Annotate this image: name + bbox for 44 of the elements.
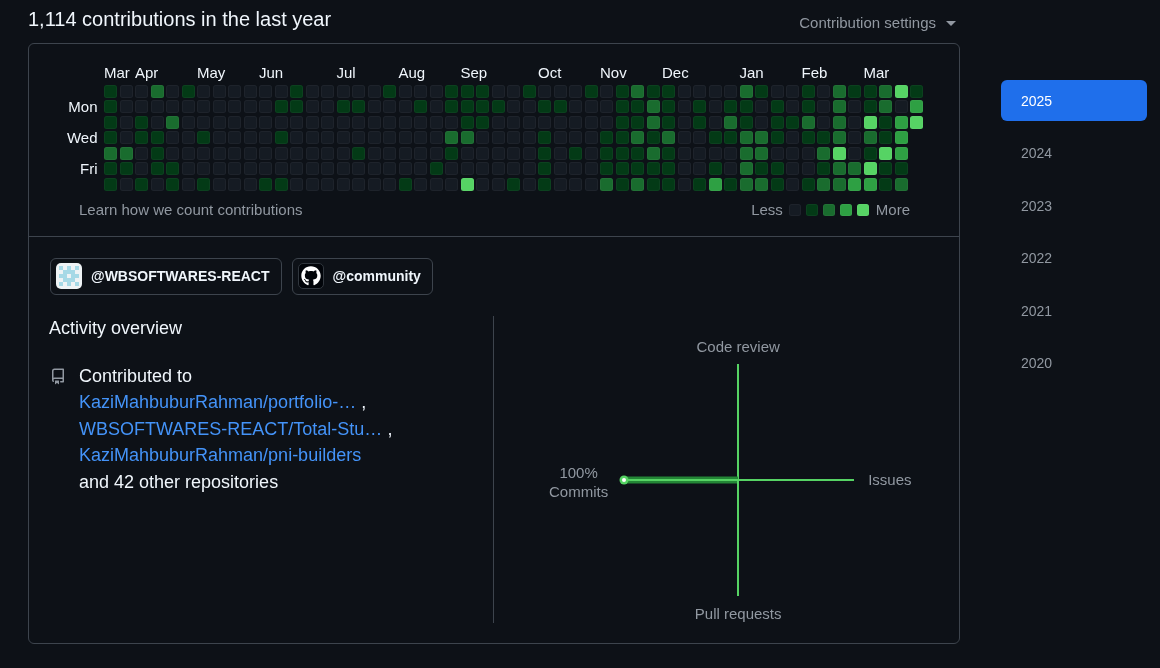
data-point-icon — [619, 475, 629, 484]
contributions-title: 1,114 contributions in the last year — [28, 7, 332, 31]
month-label: Jul — [336, 64, 356, 82]
repository-link[interactable]: WBSOFTWARES-REACT/Total-Stu… — [79, 418, 383, 439]
weekday-label: Mon — [68, 100, 99, 113]
repository-link[interactable]: KaziMahbuburRahman/portfolio-… — [79, 392, 357, 412]
month-label: Apr — [135, 64, 159, 82]
repository-link[interactable]: KaziMahbuburRahman/pni-builders — [79, 445, 362, 465]
axis-percent-label: 100% — [559, 462, 598, 482]
year-button[interactable]: 2022 — [1001, 237, 1147, 279]
contribution-settings-button[interactable]: Contribution settings — [799, 13, 956, 33]
month-label: Mar — [863, 64, 890, 82]
month-label: Sep — [460, 64, 488, 82]
book-icon — [50, 367, 66, 385]
month-label: Feb — [801, 64, 828, 82]
caret-icon — [946, 20, 956, 26]
organization-filter-button[interactable]: @WBSOFTWARES-REACT — [50, 257, 282, 295]
activity-overview-title: Activity overview — [49, 316, 184, 340]
pattern-avatar-icon — [56, 263, 82, 289]
year-button[interactable]: 2023 — [1001, 185, 1147, 226]
axis-label: Pull requests — [694, 603, 782, 623]
year-button[interactable]: 2025 — [1001, 80, 1147, 121]
legend-less-label: Less — [751, 200, 783, 219]
organization-filter-button[interactable]: @community — [291, 257, 433, 295]
year-button[interactable]: 2024 — [1001, 132, 1147, 174]
contributed-repositories-text: Contributed to KaziMahbuburRahman/portfolio-… , WBSOFTWARES-REACT/Total-Stu… , KaziMahbuburRahman/pni-builders and 42 other repositories — [79, 364, 393, 494]
month-label: Jun — [259, 64, 284, 82]
learn-how-link[interactable]: Learn how we count contributions — [79, 200, 303, 219]
month-label: Aug — [398, 64, 426, 82]
weekday-label: Fri — [80, 162, 99, 175]
year-button[interactable]: 2021 — [1001, 290, 1147, 331]
month-label: May — [197, 64, 226, 82]
legend-more-label: More — [875, 200, 910, 219]
year-button[interactable]: 2020 — [1001, 342, 1147, 384]
month-label: Oct — [538, 64, 562, 82]
month-label: Jan — [739, 64, 764, 82]
month-label: Nov — [600, 64, 627, 82]
cat-logo-icon — [297, 263, 324, 289]
month-label: Mar — [104, 64, 130, 82]
axis-label: Issues — [868, 470, 912, 489]
month-label: Dec — [662, 64, 689, 82]
axis-label: Commits — [549, 481, 609, 501]
weekday-label: Wed — [66, 131, 99, 144]
axis-label: Code review — [696, 336, 780, 356]
